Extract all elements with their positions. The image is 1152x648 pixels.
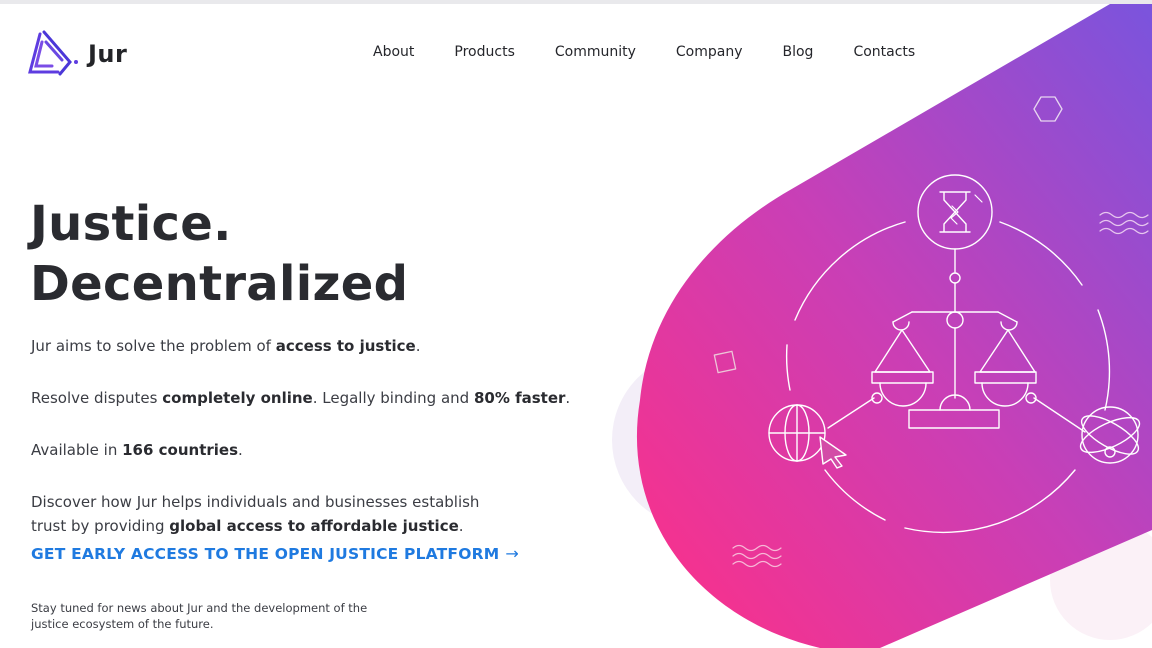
brand-logo[interactable]: Jur (28, 28, 127, 80)
orbit-arc (1097, 309, 1111, 411)
orbit-arc (824, 469, 886, 521)
text-segment: Jur aims to solve the problem of (31, 337, 276, 355)
text-segment: Resolve disputes (31, 389, 163, 407)
nav-community[interactable]: Community (555, 44, 636, 60)
hero-paragraph-resolve: Resolve disputes completely online. Lega… (31, 386, 570, 410)
hexagon-icon (1033, 96, 1063, 122)
nav-blog[interactable]: Blog (783, 44, 814, 60)
text-emphasis: 80% faster (473, 389, 566, 407)
hero-paragraph-discover: Discover how Jur helps individuals and b… (31, 490, 501, 538)
text-emphasis: global access to affordable justice (169, 517, 459, 535)
nav-contacts[interactable]: Contacts (853, 44, 915, 60)
network-globe-icon (1079, 406, 1141, 464)
wave-icon (1099, 211, 1149, 235)
text-segment: . (238, 441, 243, 459)
soft-shadow-shape (612, 352, 788, 528)
wave-icon (732, 544, 782, 568)
gradient-pill-background (636, 4, 1152, 648)
early-access-label: GET EARLY ACCESS TO THE OPEN JUSTICE PLA… (31, 544, 500, 563)
orbit-arc (999, 221, 1083, 286)
square-icon (713, 350, 737, 374)
orbit-arc (904, 469, 1076, 534)
early-access-link[interactable]: GET EARLY ACCESS TO THE OPEN JUSTICE PLA… (31, 544, 519, 563)
nav-products[interactable]: Products (454, 44, 514, 60)
hero-title-line1: Justice. (30, 196, 232, 252)
text-segment: . (415, 337, 421, 355)
orbit-arc (794, 221, 906, 321)
newsletter-note: Stay tuned for news about Jur and the de… (31, 601, 368, 631)
text-segment: Available in (31, 441, 123, 459)
cursor-icon (819, 436, 847, 469)
hero-paragraph-access: Jur aims to solve the problem of access … (31, 334, 421, 358)
text-emphasis: 166 countries (122, 441, 239, 459)
brand-name: Jur (88, 40, 128, 68)
soft-shadow-shape (1050, 520, 1152, 640)
hourglass-icon (917, 174, 993, 250)
nav-about[interactable]: About (373, 44, 414, 60)
nav-company[interactable]: Company (676, 44, 743, 60)
globe-icon (768, 404, 826, 462)
hero-title: Justice. Decentralized (30, 194, 408, 314)
orbit-arc (785, 344, 791, 391)
arrow-right-icon: → (505, 544, 519, 563)
text-segment: . Legally binding and (312, 389, 474, 407)
hero-paragraph-countries: Available in 166 countries. (31, 438, 243, 462)
scales-icon (827, 248, 1086, 433)
hero-title-line2: Decentralized (30, 256, 409, 312)
text-emphasis: access to justice (275, 337, 416, 355)
main-nav: About Products Community Company Blog Co… (373, 44, 955, 60)
text-segment: . (565, 389, 571, 407)
top-divider (0, 0, 1152, 4)
text-emphasis: completely online (162, 389, 313, 407)
jur-logo-icon (28, 30, 78, 76)
text-segment: . (458, 517, 464, 535)
